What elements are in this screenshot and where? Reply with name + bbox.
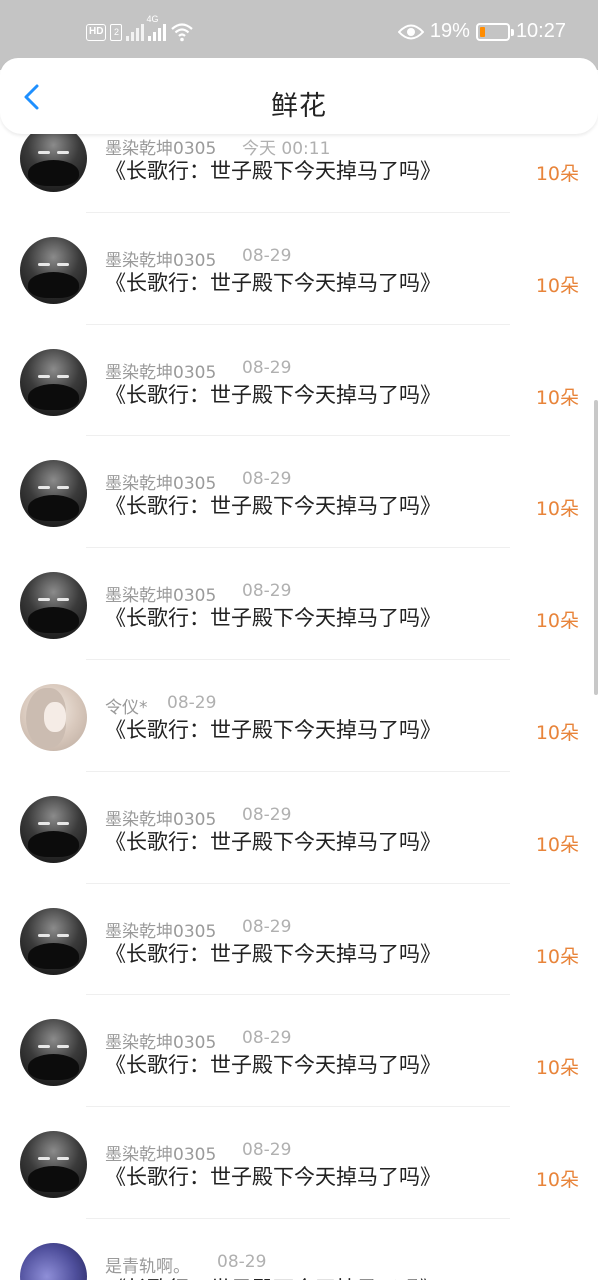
item-date: 08-29: [242, 581, 292, 602]
flower-count: 10朵: [535, 1169, 579, 1192]
book-title[interactable]: 《长歌行：世子殿下今天掉马了吗》: [105, 155, 441, 185]
flower-count: 10朵: [535, 498, 579, 521]
item-date: 08-29: [242, 1140, 292, 1161]
battery-fill: [479, 26, 485, 37]
network-type: 4G: [146, 14, 159, 24]
item-date: 08-29: [242, 469, 292, 490]
item-date: 08-29: [167, 692, 217, 713]
list-item[interactable]: 墨染乾坤0305 08-29 《长歌行：世子殿下今天掉马了吗》 10朵: [0, 995, 598, 1108]
avatar[interactable]: [20, 572, 87, 640]
list-item[interactable]: 墨染乾坤0305 08-29 《长歌行：世子殿下今天掉马了吗》 10朵: [0, 772, 598, 884]
book-title[interactable]: 《长歌行：世子殿下今天掉马了吗》: [105, 267, 441, 297]
flower-count: 10朵: [535, 945, 579, 968]
avatar[interactable]: [20, 795, 87, 863]
flower-count: 10朵: [535, 1057, 579, 1080]
list-item[interactable]: 墨染乾坤0305 08-29 《长歌行：世子殿下今天掉马了吗》 10朵: [0, 325, 598, 437]
avatar[interactable]: [20, 1242, 87, 1280]
item-date: 08-29: [242, 916, 292, 937]
signal-4g-icon: 4G: [146, 14, 167, 41]
nav-header: 鲜花: [0, 58, 598, 134]
signal-icon: [126, 23, 145, 41]
avatar[interactable]: [20, 1019, 87, 1087]
clock: 10:27: [515, 20, 566, 42]
item-date: 08-29: [242, 1028, 292, 1049]
flower-count: 10朵: [535, 833, 579, 856]
list-item[interactable]: 墨染乾坤0305 08-29 《长歌行：世子殿下今天掉马了吗》 10朵: [0, 213, 598, 325]
page-title: 鲜花: [271, 91, 327, 122]
status-icons-right: 19% 10:27: [397, 20, 566, 43]
item-date: 08-29: [242, 245, 292, 266]
flower-count: 10朵: [535, 274, 579, 297]
avatar[interactable]: [20, 125, 87, 192]
book-title[interactable]: 《长歌行：世子殿下今天掉马了吗》: [105, 938, 441, 968]
flower-count: 10朵: [535, 610, 579, 633]
list-item[interactable]: 墨染乾坤0305 08-29 《长歌行：世子殿下今天掉马了吗》 10朵: [0, 436, 598, 549]
list-item[interactable]: 墨染乾坤0305 08-29 《长歌行：世子殿下今天掉马了吗》 10朵: [0, 884, 598, 996]
flower-count: 10朵: [535, 386, 579, 409]
book-title[interactable]: 《长歌行：世子殿下今天掉马了吗》: [105, 714, 441, 744]
list-item[interactable]: 墨染乾坤0305 08-29 《长歌行：世子殿下今天掉马了吗》 10朵: [0, 1107, 598, 1219]
sim-badge: 2: [110, 23, 123, 41]
hd-badge: HD: [86, 23, 107, 41]
wifi-icon: [171, 23, 194, 42]
avatar[interactable]: [20, 236, 87, 304]
book-title[interactable]: 《长歌行：世子殿下今天掉马了吗》: [105, 490, 441, 520]
book-title[interactable]: 《长歌行：世子殿下今天掉马了吗》: [105, 1049, 441, 1079]
book-title[interactable]: 《长歌行：世子殿下今天掉马了吗》: [105, 1273, 441, 1280]
item-date: 08-29: [242, 804, 292, 825]
item-date: 08-29: [242, 357, 292, 378]
list-item[interactable]: 墨染乾坤0305 08-29 《长歌行：世子殿下今天掉马了吗》 10朵: [0, 548, 598, 660]
battery-icon: [475, 22, 514, 41]
list-item[interactable]: 令仪* 08-29 《长歌行：世子殿下今天掉马了吗》 10朵: [0, 660, 598, 772]
list-item[interactable]: 是青轨啊。08-29《长歌行：世子殿下今天掉马了吗》10朵: [0, 1219, 598, 1280]
eye-icon: [397, 24, 424, 39]
book-title[interactable]: 《长歌行：世子殿下今天掉马了吗》: [105, 602, 441, 632]
avatar[interactable]: [20, 907, 87, 975]
avatar[interactable]: [20, 683, 87, 751]
battery-percent: 19%: [429, 20, 470, 42]
flower-count: 10朵: [535, 163, 579, 185]
book-title[interactable]: 《长歌行：世子殿下今天掉马了吗》: [105, 379, 441, 409]
status-icons-left: HD 2 4G: [86, 14, 194, 42]
avatar[interactable]: [20, 348, 87, 416]
book-title[interactable]: 《长歌行：世子殿下今天掉马了吗》: [105, 826, 441, 856]
scrollbar[interactable]: [594, 400, 598, 695]
avatar[interactable]: [20, 460, 87, 528]
book-title[interactable]: 《长歌行：世子殿下今天掉马了吗》: [105, 1161, 441, 1191]
item-date: 08-29: [217, 1251, 267, 1272]
flower-count: 10朵: [535, 721, 579, 744]
avatar[interactable]: [20, 1131, 87, 1199]
flower-list: 墨染乾坤0305 今天 00:11 《长歌行：世子殿下今天掉马了吗》 10朵 墨染乾坤0…: [0, 101, 598, 1280]
